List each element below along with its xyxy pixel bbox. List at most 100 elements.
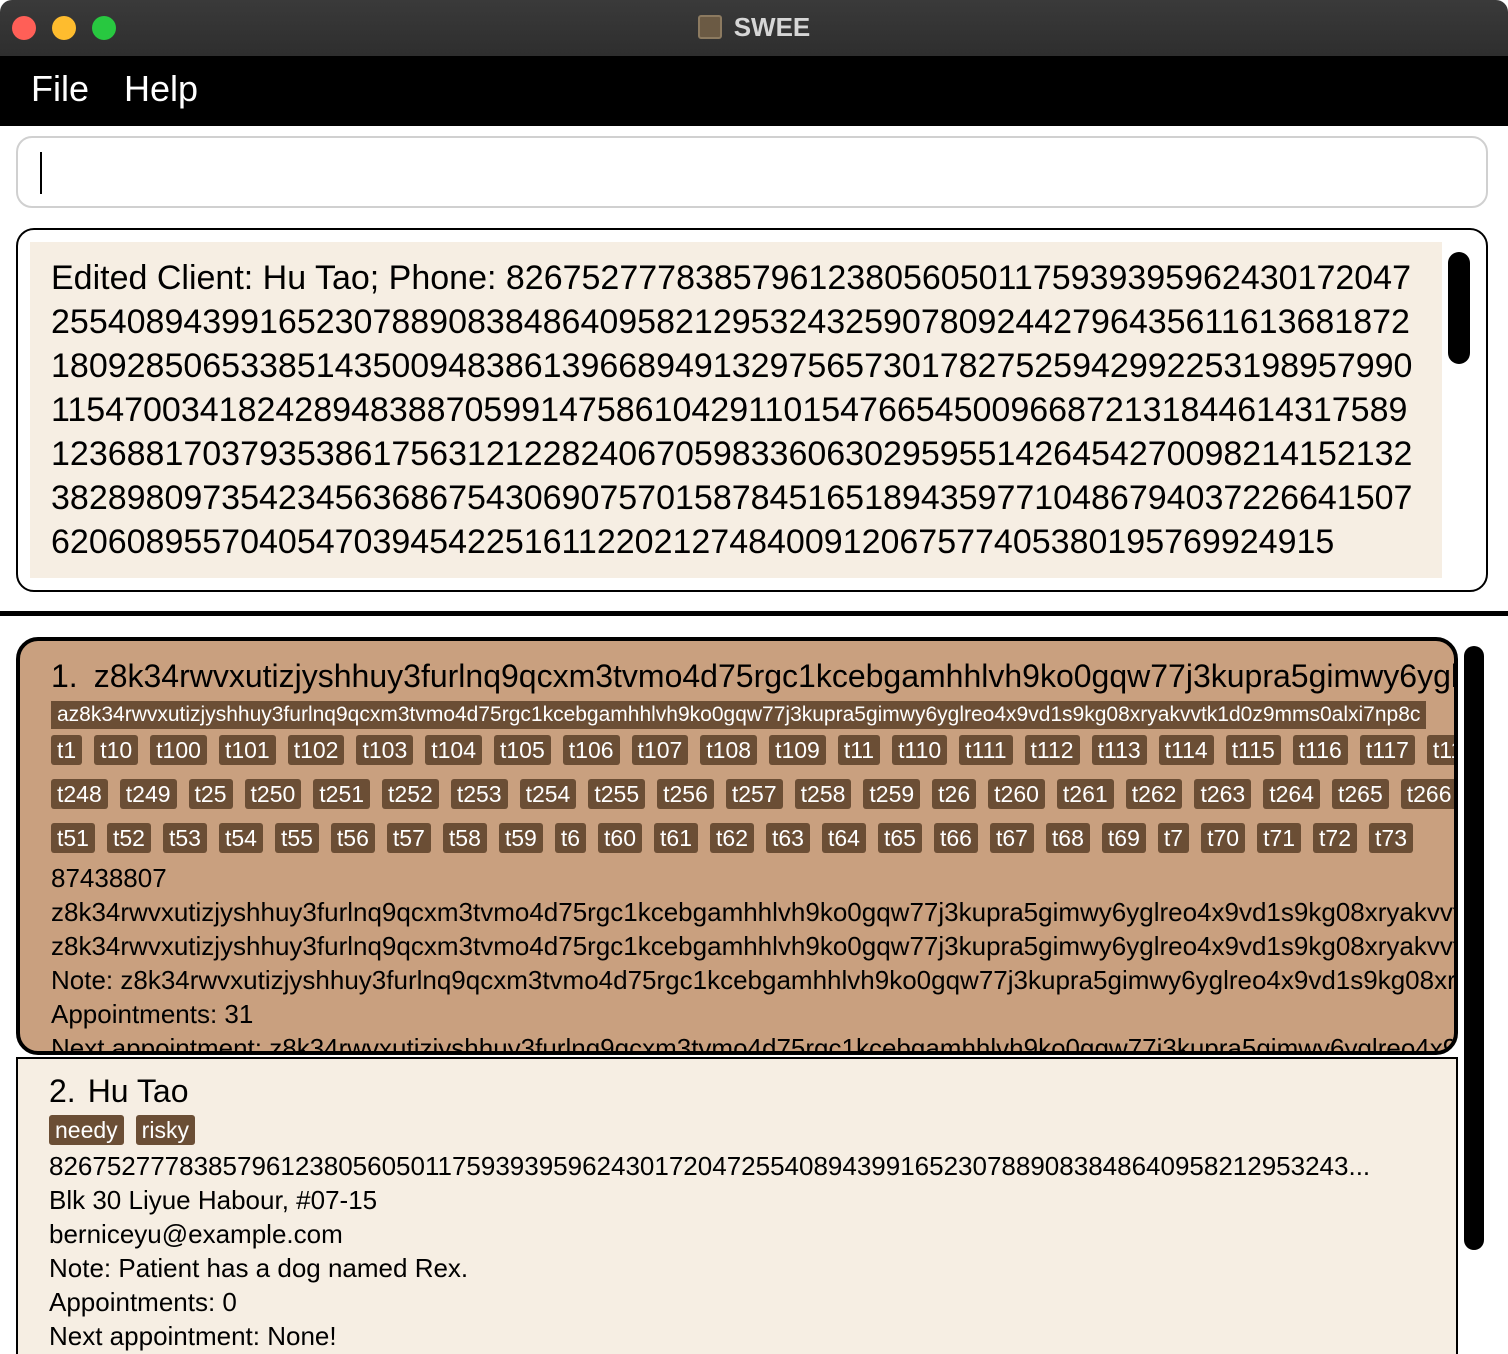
tag: t113 [1091, 735, 1147, 765]
result-display[interactable]: Edited Client: Hu Tao; Phone: 8267527778… [16, 228, 1488, 592]
tag: t67 [989, 823, 1034, 853]
tag: t254 [519, 779, 577, 809]
tag: t260 [988, 779, 1045, 809]
menu-help[interactable]: Help [124, 68, 198, 110]
person-note: Note: Patient has a dog named Rex. [49, 1253, 469, 1283]
person-index: 1. [51, 658, 78, 694]
tag: t102 [287, 735, 345, 765]
window-title-text: SWEE [733, 12, 811, 42]
tag: t100 [150, 735, 207, 765]
tag: t62 [710, 823, 754, 853]
tag: t6 [554, 823, 587, 853]
tag: t107 [631, 735, 689, 765]
tag: t256 [657, 779, 714, 809]
tag: t60 [598, 823, 643, 853]
tag: t26 [932, 779, 977, 809]
tag: t261 [1056, 779, 1114, 809]
person-note: Note: z8k34rwvxutizjyshhuy3furlnq9qcxm3t… [51, 965, 1458, 995]
tag: t104 [425, 735, 482, 765]
tag: t259 [863, 779, 921, 809]
tag: t117 [1359, 735, 1415, 765]
tag-row: t1 t10 t100 t101 t102 t103 t104 t105 t106 t107 t10… [51, 735, 1454, 773]
tag: t101 [218, 735, 276, 765]
tag: t252 [382, 779, 439, 809]
tag: t250 [244, 779, 302, 809]
app-icon [697, 15, 722, 39]
tag: t73 [1369, 823, 1414, 853]
tag: t263 [1194, 779, 1252, 809]
tag: t253 [450, 779, 508, 809]
tag: t56 [330, 823, 375, 853]
tag: t110 [892, 735, 948, 765]
tag: t11 [837, 735, 881, 765]
person-name: 1. z8k34rwvxutizjyshhuy3furlnq9qcxm3tvmo4… [51, 655, 1454, 697]
tag: t265 [1331, 779, 1389, 809]
tag: t25 [188, 779, 233, 809]
tag: t55 [274, 823, 319, 853]
person-list[interactable]: 1. z8k34rwvxutizjyshhuy3furlnq9qcxm3tvmo4… [16, 637, 1458, 1354]
tag: t66 [933, 823, 978, 853]
tag: t70 [1201, 823, 1246, 853]
tag: t249 [119, 779, 177, 809]
tag: t251 [313, 779, 371, 809]
person-next-appointment: Next appointment: z8k34rwvxutizjyshhuy3f… [51, 1033, 1458, 1055]
tag: t248 [51, 779, 108, 809]
person-phone: 87438807 [51, 863, 167, 893]
tag: t115 [1225, 735, 1281, 765]
tag: t116 [1292, 735, 1348, 765]
tag: t257 [725, 779, 783, 809]
person-address: Blk 30 Liyue Habour, #07-15 [49, 1185, 378, 1215]
text-caret [40, 152, 42, 194]
title-bar: SWEE [0, 0, 1508, 56]
tag: t10 [94, 735, 139, 765]
tag: t71 [1257, 823, 1302, 853]
tag: t64 [821, 823, 866, 853]
person-next-appointment: Next appointment: None! [49, 1321, 337, 1351]
command-input[interactable] [16, 136, 1488, 208]
tag: t266 [1400, 779, 1454, 809]
split-divider[interactable] [0, 611, 1508, 616]
tag: t58 [442, 823, 487, 853]
person-index: 2. [49, 1073, 76, 1109]
tag: needy [49, 1115, 124, 1145]
person-appointments: Appointments: 31 [51, 999, 254, 1029]
tag: t54 [218, 823, 263, 853]
tag: t59 [498, 823, 543, 853]
person-email: berniceyu@example.com [49, 1219, 343, 1249]
tag: risky [135, 1115, 195, 1145]
tag-row: needy risky [49, 1115, 1444, 1149]
tag-row: t51 t52 t53 t54 t55 t56 t57 t58 t59 t6 t60 t61 t62 t6… [51, 823, 1454, 861]
tag: t106 [562, 735, 620, 765]
tag: t61 [654, 823, 699, 853]
person-appointments: Appointments: 0 [49, 1287, 237, 1317]
tag: t7 [1157, 823, 1190, 853]
tag: t108 [700, 735, 758, 765]
result-scrollbar[interactable] [1448, 252, 1470, 364]
person-card[interactable]: 2. Hu Tao needy risky 82675277783857961238… [16, 1057, 1458, 1354]
person-address: z8k34rwvxutizjyshhuy3furlnq9qcxm3tvmo4d7… [51, 897, 1458, 927]
result-text: Edited Client: Hu Tao; Phone: 8267527778… [51, 259, 1413, 561]
tag: t52 [106, 823, 151, 853]
tag: az8k34rwvxutizjyshhuy3furlnq9qcxm3tvmo4d… [51, 701, 1427, 729]
tag: t68 [1045, 823, 1090, 853]
person-email: z8k34rwvxutizjyshhuy3furlnq9qcxm3tvmo4d7… [51, 931, 1458, 961]
menu-bar: File Help [0, 56, 1508, 126]
menu-file[interactable]: File [31, 68, 89, 110]
tag: t65 [877, 823, 922, 853]
tag: t53 [162, 823, 207, 853]
person-card-selected[interactable]: 1. z8k34rwvxutizjyshhuy3furlnq9qcxm3tvmo4… [16, 637, 1458, 1055]
person-name-text: Hu Tao [87, 1073, 189, 1109]
tag: t69 [1101, 823, 1146, 853]
tag: t63 [766, 823, 810, 853]
tag: t255 [588, 779, 646, 809]
tag-row: t248 t249 t25 t250 t251 t252 t253 t254 t255 t256 t… [51, 779, 1454, 817]
tag: t262 [1125, 779, 1183, 809]
tag: t72 [1313, 823, 1358, 853]
tag: t111 [959, 735, 1013, 765]
tag: t114 [1158, 735, 1214, 765]
person-list-scrollbar[interactable] [1464, 646, 1484, 1250]
tag: t112 [1024, 735, 1080, 765]
tag: t118 [1426, 735, 1454, 765]
tag: t258 [794, 779, 852, 809]
window-title: SWEE [0, 12, 1508, 43]
